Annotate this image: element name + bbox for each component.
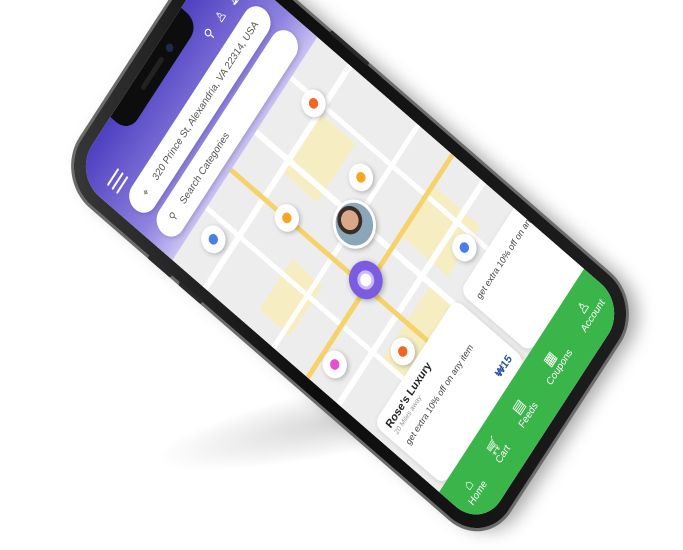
bell-icon[interactable]: 🔔︎ (223, 0, 244, 9)
pin-dot (280, 210, 294, 226)
pin-dot (206, 231, 220, 247)
pin-dot (457, 240, 471, 256)
phone-device: ⚲ ♙ 🔔︎ ⌖ 320 Prince St, Alexandria, VA 2… (57, 0, 643, 548)
location-dot (354, 266, 378, 294)
pin-dot (328, 356, 342, 373)
profile-icon[interactable]: ♙ (212, 6, 231, 26)
card-offer: get extr any ite (571, 121, 611, 178)
nav-feeds[interactable]: ▤ Feeds (504, 389, 540, 430)
pin-dot (354, 169, 368, 185)
location-target-icon: ⌖ (140, 186, 152, 199)
card-price: ₩15 (493, 352, 515, 380)
nav-home[interactable]: ⌂ Home (454, 467, 489, 508)
pin-dot (396, 343, 410, 360)
offer-card[interactable]: 10 items get extr any ite (545, 33, 627, 221)
front-camera (164, 41, 175, 54)
nav-account[interactable]: ♙ Account (567, 286, 607, 334)
pin-dot (307, 95, 321, 111)
search-icon: ⚲ (167, 209, 180, 224)
item-count-value: 10 (620, 44, 627, 65)
item-count: 10 items (620, 44, 627, 69)
nav-cart[interactable]: 🛒︎ Cart (481, 432, 513, 466)
menu-icon[interactable] (104, 165, 132, 196)
card-price: ₩15 (579, 220, 601, 248)
filter-icon[interactable]: ⚲ (201, 25, 218, 44)
nav-coupons[interactable]: ▦ Coupons (532, 336, 575, 388)
